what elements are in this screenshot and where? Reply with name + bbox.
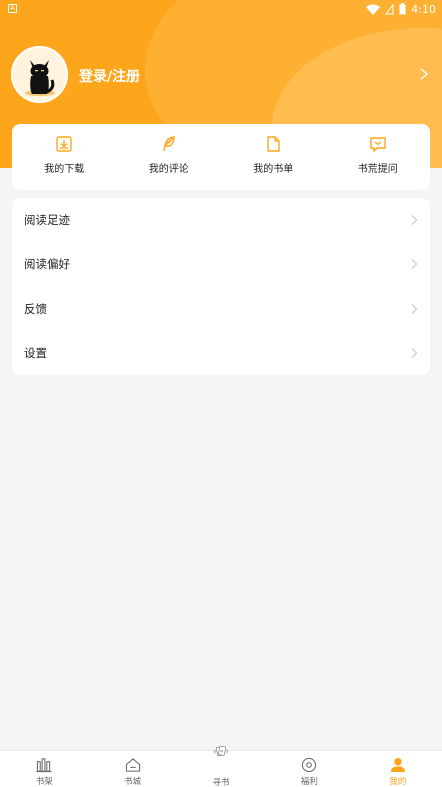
menu-item-feedback[interactable]: 反馈 xyxy=(12,287,430,331)
chevron-right-icon xyxy=(411,303,418,314)
signal-icon xyxy=(385,3,394,14)
quick-action-downloads[interactable]: 我的下载 xyxy=(12,124,117,190)
notification-badge: A xyxy=(8,4,17,13)
menu-item-reading-history[interactable]: 阅读足迹 xyxy=(12,198,430,242)
battery-icon xyxy=(399,3,406,15)
menu-item-label: 阅读足迹 xyxy=(24,213,70,228)
welfare-icon xyxy=(302,757,317,773)
bottom-navigation: 书架 书城 寻书 福利 我的 xyxy=(0,745,442,787)
login-register-link[interactable]: 登录/注册 xyxy=(79,66,140,86)
status-icons: 4:10 xyxy=(366,2,436,16)
nav-tab-welfare[interactable]: 福利 xyxy=(265,751,353,787)
nav-tab-label: 书城 xyxy=(124,777,142,787)
quick-actions-card: 我的下载 我的评论 我的书单 书荒提问 xyxy=(12,124,430,190)
menu-item-settings[interactable]: 设置 xyxy=(12,331,430,375)
quick-action-label: 我的书单 xyxy=(253,164,294,175)
chevron-right-icon xyxy=(411,215,418,226)
wifi-icon xyxy=(366,4,381,15)
nav-tab-label: 福利 xyxy=(300,777,318,787)
bookstore-icon xyxy=(125,758,140,772)
quick-action-label: 我的下载 xyxy=(44,164,85,175)
nav-tab-find-book[interactable]: 寻书 xyxy=(177,745,265,787)
menu-item-label: 反馈 xyxy=(24,301,47,316)
quick-action-comments[interactable]: 我的评论 xyxy=(117,124,222,190)
avatar[interactable] xyxy=(11,46,68,103)
find-book-icon xyxy=(213,745,229,757)
chevron-right-icon xyxy=(411,347,418,358)
status-bar: A 4:10 xyxy=(0,0,442,18)
nav-tab-profile[interactable]: 我的 xyxy=(354,751,442,787)
status-time: 4:10 xyxy=(411,2,436,16)
quick-action-label: 我的评论 xyxy=(148,164,189,175)
nav-tab-label: 我的 xyxy=(389,777,407,787)
quick-action-book-request[interactable]: 书荒提问 xyxy=(326,124,431,190)
profile-row[interactable]: 登录/注册 xyxy=(11,46,431,104)
nav-tab-bookstore[interactable]: 书城 xyxy=(88,751,176,787)
chevron-right-icon[interactable] xyxy=(417,66,431,82)
nav-tab-label: 寻书 xyxy=(212,778,230,787)
nav-tab-label: 书架 xyxy=(35,777,53,787)
question-message-icon xyxy=(370,137,386,153)
document-icon xyxy=(267,136,280,152)
nav-tab-bookshelf[interactable]: 书架 xyxy=(0,751,88,787)
profile-icon xyxy=(390,757,405,773)
menu-item-label: 阅读偏好 xyxy=(24,257,70,272)
cat-avatar-icon xyxy=(25,60,55,96)
feather-icon xyxy=(163,135,175,152)
menu-item-reading-preferences[interactable]: 阅读偏好 xyxy=(12,242,430,286)
chevron-right-icon xyxy=(411,259,418,270)
menu-item-label: 设置 xyxy=(24,345,47,360)
quick-action-label: 书荒提问 xyxy=(357,164,398,175)
bookshelf-icon xyxy=(36,758,52,773)
download-icon xyxy=(56,136,72,152)
quick-action-booklists[interactable]: 我的书单 xyxy=(221,124,326,190)
settings-menu-card: 阅读足迹 阅读偏好 反馈 设置 xyxy=(12,198,430,375)
